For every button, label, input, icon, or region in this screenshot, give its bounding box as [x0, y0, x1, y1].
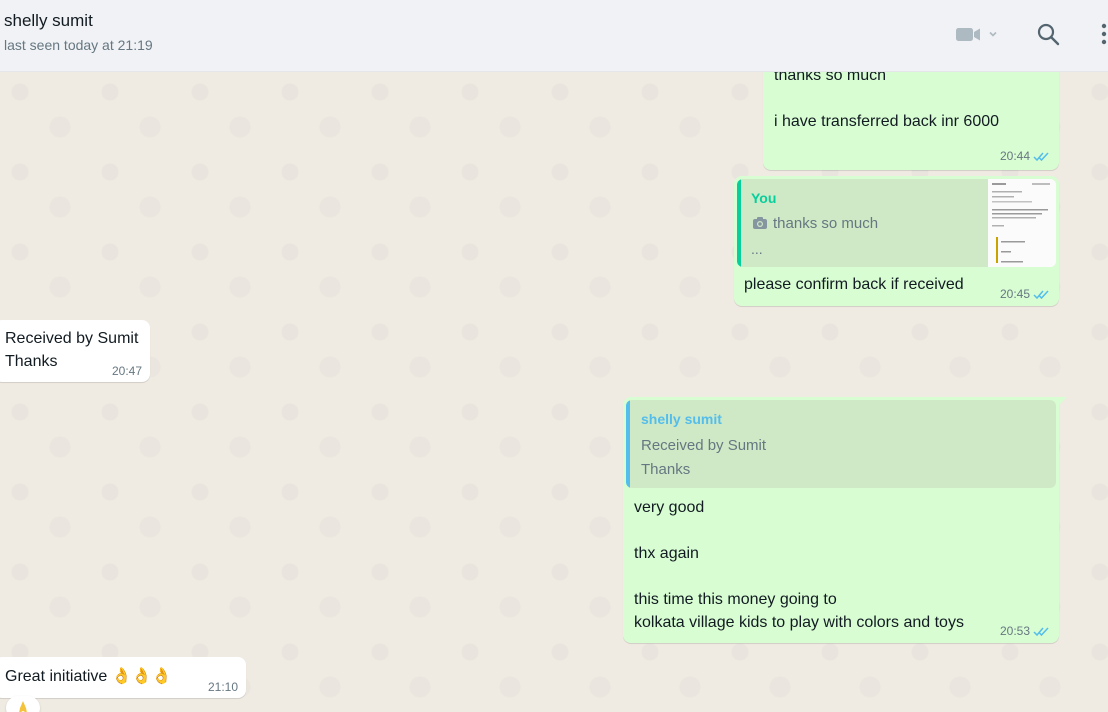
message-timestamp: 20:44 [1000, 149, 1051, 163]
video-call-button[interactable] [952, 20, 1002, 48]
message-bubble-outgoing[interactable]: thanks so much i have transferred back i… [763, 72, 1059, 170]
read-ticks-icon [1033, 289, 1049, 299]
quoted-photo-thumbnail[interactable] [988, 179, 1056, 267]
quote-text: thanks so much [773, 215, 879, 232]
quote-author: shelly sumit [641, 411, 722, 427]
chat-messages-area[interactable]: thanks so much i have transferred back i… [0, 72, 1108, 712]
message-bubble-outgoing[interactable]: shelly sumit Received by Sumit Thanks ve… [623, 397, 1059, 643]
message-text: very good thx again this time this money… [634, 499, 964, 631]
message-timestamp: 21:10 [207, 680, 238, 694]
message-text: thanks so much i have transferred back i… [774, 72, 1000, 130]
camera-icon [753, 217, 767, 229]
message-bubble-outgoing[interactable]: You thanks so much ... please confirm ba… [734, 176, 1059, 306]
message-bubble-incoming[interactable]: Great initiative 👌👌👌 21:10 [0, 657, 246, 698]
video-call-icon [956, 28, 980, 41]
menu-button[interactable] [1098, 20, 1108, 48]
last-seen-status: last seen today at 21:19 [4, 37, 153, 53]
chevron-down-icon [989, 31, 997, 37]
quote-author: You [751, 190, 777, 206]
chat-header[interactable]: shelly sumit last seen today at 21:19 [0, 0, 1108, 72]
message-timestamp: 20:45 [1000, 287, 1051, 301]
folded-hands-icon [19, 701, 27, 712]
message-text: Great initiative 👌👌👌 [5, 668, 172, 685]
message-bubble-incoming[interactable]: Received by Sumit Thanks 20:47 [0, 320, 150, 382]
document-preview-icon [988, 179, 1056, 267]
message-timestamp: 20:47 [111, 364, 142, 378]
quote-text: Received by Sumit Thanks [641, 437, 767, 478]
message-timestamp: 20:53 [1000, 624, 1051, 638]
read-ticks-icon [1033, 626, 1049, 636]
menu-icon [1101, 23, 1107, 45]
quoted-message[interactable]: You thanks so much ... [737, 179, 1056, 267]
read-ticks-icon [1033, 151, 1049, 161]
reaction-badge[interactable] [6, 696, 40, 712]
quote-ellipsis: ... [751, 241, 763, 257]
search-icon [1037, 23, 1060, 46]
search-button[interactable] [1034, 20, 1062, 48]
contact-name[interactable]: shelly sumit [4, 11, 93, 31]
quoted-message[interactable]: shelly sumit Received by Sumit Thanks [626, 400, 1056, 488]
message-text: please confirm back if received [744, 276, 964, 293]
